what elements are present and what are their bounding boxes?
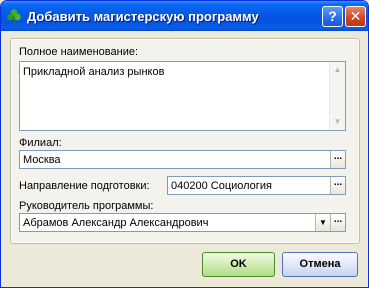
direction-value: 040200 Социология	[171, 180, 272, 192]
cancel-button[interactable]: Отмена	[282, 252, 358, 277]
head-value: Абрамов Александр Александрович	[23, 217, 209, 229]
branch-field[interactable]: Москва ...	[19, 150, 346, 169]
fullname-textarea[interactable]: Прикладной анализ рынков ▲ ▼	[19, 61, 346, 131]
direction-label: Направление подготовки:	[19, 180, 150, 192]
direction-browse-button[interactable]: ...	[330, 177, 345, 194]
head-select[interactable]: Абрамов Александр Александрович ▼ ...	[19, 213, 346, 232]
ok-button[interactable]: OK	[202, 252, 275, 277]
close-button[interactable]: ✕	[345, 6, 366, 27]
fullname-value: Прикладной анализ рынков	[23, 66, 165, 78]
branch-label: Филиал:	[19, 137, 62, 149]
app-icon	[7, 9, 21, 23]
direction-field[interactable]: 040200 Социология ...	[167, 176, 346, 195]
head-browse-button[interactable]: ...	[330, 214, 345, 231]
head-label: Руководитель программы:	[19, 200, 154, 212]
titlebar[interactable]: Добавить магистерскую программу ? ✕	[1, 1, 368, 31]
help-button[interactable]: ?	[322, 6, 343, 27]
dialog-window: Добавить магистерскую программу ? ✕ Полн…	[0, 0, 369, 288]
scroll-down-icon[interactable]: ▼	[330, 114, 345, 130]
head-dropdown-arrow-icon[interactable]: ▼	[315, 214, 330, 231]
branch-value: Москва	[23, 154, 61, 166]
fullname-label: Полное наименование:	[19, 46, 139, 58]
fullname-scrollbar[interactable]: ▲ ▼	[329, 62, 345, 130]
dialog-title: Добавить магистерскую программу	[27, 9, 259, 24]
scroll-up-icon[interactable]: ▲	[330, 62, 345, 78]
branch-browse-button[interactable]: ...	[330, 151, 345, 168]
